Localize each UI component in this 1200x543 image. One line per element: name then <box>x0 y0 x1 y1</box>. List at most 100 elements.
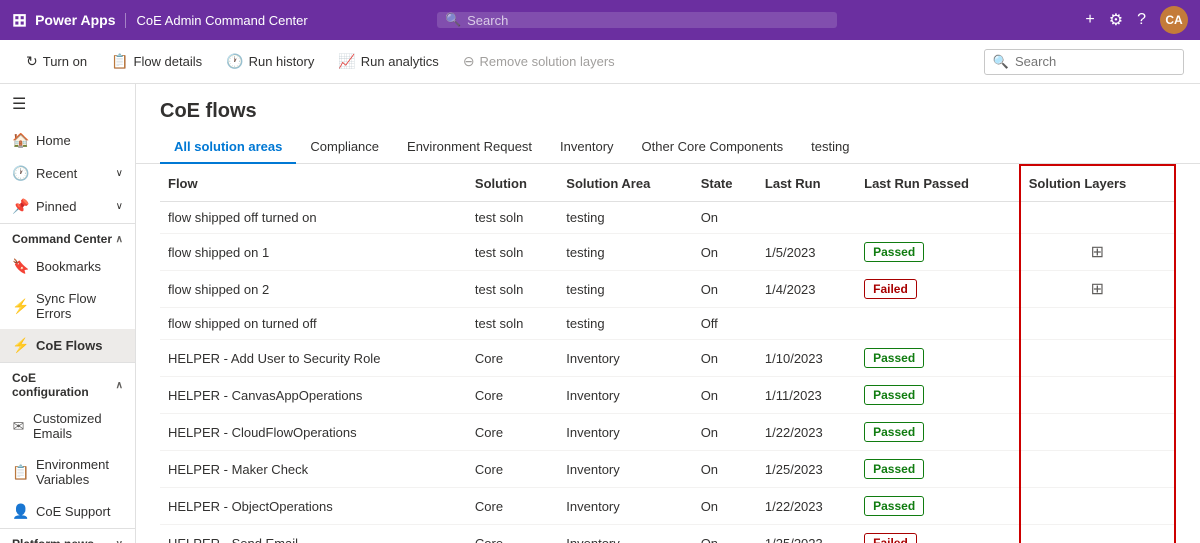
recent-chevron: ∨ <box>116 168 123 179</box>
turn-on-button[interactable]: ↻ Turn on <box>16 47 97 76</box>
top-bar: ⊞ Power Apps CoE Admin Command Center 🔍 … <box>0 0 1200 40</box>
cell-layers <box>1020 202 1175 234</box>
cell-passed: Passed <box>856 377 1020 414</box>
cell-layers <box>1020 451 1175 488</box>
cell-state: On <box>693 234 757 271</box>
section-coe-config: CoE configuration ∧ <box>0 362 135 403</box>
avatar[interactable]: CA <box>1160 6 1188 34</box>
status-badge: Failed <box>864 533 917 543</box>
cell-flow: HELPER - Add User to Security Role <box>160 340 467 377</box>
cell-state: On <box>693 340 757 377</box>
sidebar-item-sync-flow-errors[interactable]: ⚡ Sync Flow Errors <box>0 283 135 329</box>
flow-details-label: Flow details <box>134 54 203 69</box>
sidebar: ☰ 🏠 Home 🕐 Recent ∨ 📌 Pinned ∨ Command C… <box>0 84 136 543</box>
table-row: flow shipped on 2 test soln testing On 1… <box>160 271 1175 308</box>
customized-emails-label: Customized Emails <box>33 411 123 441</box>
global-search[interactable]: 🔍 <box>437 12 837 28</box>
cell-area: Inventory <box>558 340 692 377</box>
tab-compliance[interactable]: Compliance <box>296 131 393 164</box>
settings-icon[interactable]: ⚙ <box>1109 10 1123 30</box>
cell-state: Off <box>693 308 757 340</box>
sidebar-item-customized-emails[interactable]: ✉ Customized Emails <box>0 403 135 449</box>
coe-flows-label: CoE Flows <box>36 338 102 353</box>
grid-icon: ⊞ <box>12 10 27 31</box>
cell-last-run: 1/22/2023 <box>757 488 856 525</box>
cell-layers <box>1020 340 1175 377</box>
remove-layers-button[interactable]: ⊖ Remove solution layers <box>453 47 625 76</box>
global-search-input[interactable] <box>467 13 829 28</box>
cell-layers: ⊞ <box>1020 234 1175 271</box>
status-badge: Passed <box>864 496 924 516</box>
table-row: flow shipped on turned off test soln tes… <box>160 308 1175 340</box>
flows-table: Flow Solution Solution Area State Last R… <box>160 164 1176 543</box>
tab-all[interactable]: All solution areas <box>160 131 296 164</box>
cell-solution: Core <box>467 377 558 414</box>
sidebar-item-coe-support[interactable]: 👤 CoE Support <box>0 495 135 528</box>
cell-state: On <box>693 488 757 525</box>
layer-icon[interactable]: ⊞ <box>1091 244 1104 261</box>
env-icon: 📋 <box>12 464 28 481</box>
tab-other-core[interactable]: Other Core Components <box>628 131 798 164</box>
cell-state: On <box>693 271 757 308</box>
bookmarks-icon: 🔖 <box>12 258 28 275</box>
run-history-button[interactable]: 🕐 Run history <box>216 47 324 76</box>
status-badge: Passed <box>864 459 924 479</box>
table-row: flow shipped off turned on test soln tes… <box>160 202 1175 234</box>
cell-area: Inventory <box>558 525 692 543</box>
sidebar-item-home[interactable]: 🏠 Home <box>0 124 135 157</box>
cell-flow: HELPER - Send Email <box>160 525 467 543</box>
table-search-input[interactable] <box>1015 54 1175 69</box>
config-chevron: ∧ <box>116 380 123 391</box>
tab-inventory[interactable]: Inventory <box>546 131 627 164</box>
turn-on-label: Turn on <box>43 54 87 69</box>
app-logo: ⊞ Power Apps <box>12 10 115 31</box>
table-row: HELPER - CanvasAppOperations Core Invent… <box>160 377 1175 414</box>
cell-flow: HELPER - CanvasAppOperations <box>160 377 467 414</box>
turn-on-icon: ↻ <box>26 53 38 70</box>
table-row: HELPER - ObjectOperations Core Inventory… <box>160 488 1175 525</box>
cell-solution: test soln <box>467 271 558 308</box>
status-badge: Passed <box>864 242 924 262</box>
cell-area: testing <box>558 271 692 308</box>
status-badge: Passed <box>864 422 924 442</box>
tab-testing[interactable]: testing <box>797 131 863 164</box>
sidebar-toggle[interactable]: ☰ <box>0 84 135 124</box>
sidebar-item-pinned[interactable]: 📌 Pinned ∨ <box>0 190 135 223</box>
cell-state: On <box>693 377 757 414</box>
sidebar-item-env-variables[interactable]: 📋 Environment Variables <box>0 449 135 495</box>
command-bar: ↻ Turn on 📋 Flow details 🕐 Run history 📈… <box>0 40 1200 84</box>
remove-layers-icon: ⊖ <box>463 53 475 70</box>
sidebar-item-coe-flows[interactable]: ⚡ CoE Flows <box>0 329 135 362</box>
news-section-label: Platform news <box>12 537 94 543</box>
coe-flows-icon: ⚡ <box>12 337 28 354</box>
cell-state: On <box>693 202 757 234</box>
table-search[interactable]: 🔍 <box>984 49 1184 75</box>
sidebar-recent-label: Recent <box>36 166 77 181</box>
flow-details-button[interactable]: 📋 Flow details <box>101 47 212 76</box>
cell-last-run: 1/4/2023 <box>757 271 856 308</box>
email-icon: ✉ <box>12 418 25 435</box>
col-state: State <box>693 165 757 202</box>
status-badge: Passed <box>864 348 924 368</box>
cc-section-label: Command Center <box>12 232 112 246</box>
help-icon[interactable]: ? <box>1137 11 1146 29</box>
cell-flow: flow shipped on 1 <box>160 234 467 271</box>
remove-layers-label: Remove solution layers <box>480 54 615 69</box>
sidebar-item-recent[interactable]: 🕐 Recent ∨ <box>0 157 135 190</box>
tab-env-request[interactable]: Environment Request <box>393 131 546 164</box>
cell-state: On <box>693 525 757 543</box>
search-icon: 🔍 <box>445 12 461 28</box>
table-row: HELPER - Send Email Core Inventory On 1/… <box>160 525 1175 543</box>
layer-icon[interactable]: ⊞ <box>1091 281 1104 298</box>
col-flow: Flow <box>160 165 467 202</box>
col-solution: Solution <box>467 165 558 202</box>
recent-icon: 🕐 <box>12 165 28 182</box>
cell-solution: test soln <box>467 202 558 234</box>
cell-passed: Passed <box>856 340 1020 377</box>
add-icon[interactable]: + <box>1085 11 1094 29</box>
run-analytics-button[interactable]: 📈 Run analytics <box>328 47 448 76</box>
cell-layers <box>1020 414 1175 451</box>
cell-last-run <box>757 308 856 340</box>
cell-flow: HELPER - CloudFlowOperations <box>160 414 467 451</box>
sidebar-item-bookmarks[interactable]: 🔖 Bookmarks <box>0 250 135 283</box>
